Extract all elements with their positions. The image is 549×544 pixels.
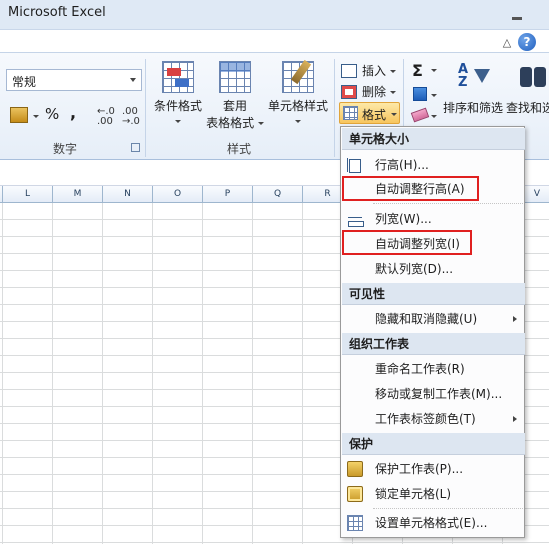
menu-item-lock-cell[interactable]: 锁定单元格(L) [342, 482, 525, 506]
chevron-down-icon [175, 120, 181, 123]
chevron-down-icon[interactable] [431, 94, 437, 97]
sort-filter-label: 排序和筛选 [442, 101, 503, 115]
menu-item-column-width[interactable]: 列宽(W)... [342, 207, 525, 231]
decrease-decimal-button[interactable]: .00 →.0 [122, 107, 140, 127]
number-format-select[interactable]: 常规 [6, 69, 142, 91]
menu-section-cell-size: 单元格大小 [342, 128, 525, 150]
comma-style-button[interactable]: , [70, 103, 76, 123]
submenu-arrow-icon [513, 416, 517, 422]
row-height-icon [347, 157, 363, 173]
format-icon [343, 106, 358, 120]
chevron-down-icon[interactable] [431, 69, 437, 72]
chevron-down-icon [257, 122, 264, 125]
format-as-table-label-2: 表格格式 [206, 116, 255, 130]
conditional-format-icon [162, 61, 194, 93]
chevron-down-icon[interactable] [33, 115, 39, 118]
autosum-button[interactable]: Σ [412, 61, 423, 80]
format-as-table-label-1: 套用 [222, 99, 247, 113]
dialog-launcher-icon[interactable] [131, 143, 140, 152]
format-dropdown-button[interactable]: 格式 [339, 102, 400, 124]
format-as-table-button[interactable]: 套用 表格格式 [204, 61, 266, 131]
menu-item-protect-sheet[interactable]: 保护工作表(P)... [342, 457, 525, 481]
find-select-icon[interactable] [518, 63, 548, 95]
ribbon-collapse-icon[interactable]: △ [499, 35, 515, 51]
insert-icon [341, 64, 357, 78]
delete-icon [341, 85, 357, 99]
find-select-button[interactable]: 查找和选 [506, 99, 549, 116]
find-select-label: 查找和选 [506, 101, 549, 115]
sort-filter-icon[interactable]: AZ [458, 63, 490, 95]
column-header[interactable]: L [3, 186, 53, 203]
column-header[interactable]: N [103, 186, 153, 203]
column-header[interactable]: P [203, 186, 253, 203]
chevron-down-icon[interactable] [431, 115, 437, 118]
chevron-down-icon [295, 120, 301, 123]
format-label: 格式 [362, 108, 387, 122]
highlight-box-autofit-column [342, 230, 472, 255]
styles-group-label: 样式 [226, 142, 251, 156]
column-header[interactable]: V [525, 186, 549, 203]
percent-style-button[interactable]: % [45, 105, 59, 125]
minimize-button[interactable] [506, 4, 528, 24]
number-format-value: 常规 [12, 75, 37, 89]
group-divider [334, 59, 335, 157]
menu-item-row-height[interactable]: 行高(H)... [342, 153, 525, 177]
lock-icon [347, 486, 363, 502]
menu-item-move-copy-sheet[interactable]: 移动或复制工作表(M)... [342, 382, 525, 406]
fill-icon[interactable] [413, 87, 427, 101]
menu-section-protection: 保护 [342, 433, 525, 455]
menu-item-hide-unhide[interactable]: 隐藏和取消隐藏(U) [342, 307, 525, 331]
menu-divider [373, 508, 523, 509]
title-bar: Microsoft Excel [0, 0, 549, 30]
menu-item-rename-sheet[interactable]: 重命名工作表(R) [342, 357, 525, 381]
column-width-icon [347, 211, 364, 227]
chevron-down-icon [130, 78, 136, 82]
column-header[interactable]: M [53, 186, 103, 203]
cell-styles-label: 单元格样式 [267, 99, 328, 113]
menu-item-format-cells[interactable]: 设置单元格格式(E)... [342, 511, 525, 535]
menu-section-visibility: 可见性 [342, 283, 525, 305]
menu-item-tab-color[interactable]: 工作表标签颜色(T) [342, 407, 525, 431]
accounting-format-icon[interactable] [10, 107, 28, 123]
submenu-arrow-icon [513, 316, 517, 322]
menu-item-default-width[interactable]: 默认列宽(D)... [342, 257, 525, 281]
window-control-icon[interactable] [539, 35, 549, 51]
column-header[interactable]: Q [253, 186, 303, 203]
help-icon[interactable]: ? [518, 33, 536, 51]
insert-label: 插入 [362, 61, 396, 81]
menu-divider [373, 203, 523, 204]
window-title: Microsoft Excel [8, 5, 106, 20]
table-format-icon [219, 61, 251, 93]
delete-label: 删除 [362, 82, 396, 102]
protect-sheet-icon [347, 461, 363, 477]
cell-styles-button[interactable]: 单元格样式 [266, 59, 330, 128]
conditional-format-label: 条件格式 [153, 99, 202, 113]
cell-styles-icon [282, 59, 314, 93]
highlight-box-autofit-row [342, 176, 479, 201]
sort-filter-button[interactable]: 排序和筛选 [440, 99, 506, 116]
increase-decimal-button[interactable]: ←.0 .00 [97, 107, 115, 127]
column-header[interactable]: O [153, 186, 203, 203]
group-divider [145, 59, 146, 157]
number-group-label: 数字 [52, 142, 77, 156]
clear-icon[interactable] [410, 107, 430, 123]
conditional-format-button[interactable]: 条件格式 [150, 61, 206, 128]
menu-section-organize-sheets: 组织工作表 [342, 333, 525, 355]
format-cells-icon [347, 515, 363, 531]
chevron-down-icon [391, 113, 397, 116]
